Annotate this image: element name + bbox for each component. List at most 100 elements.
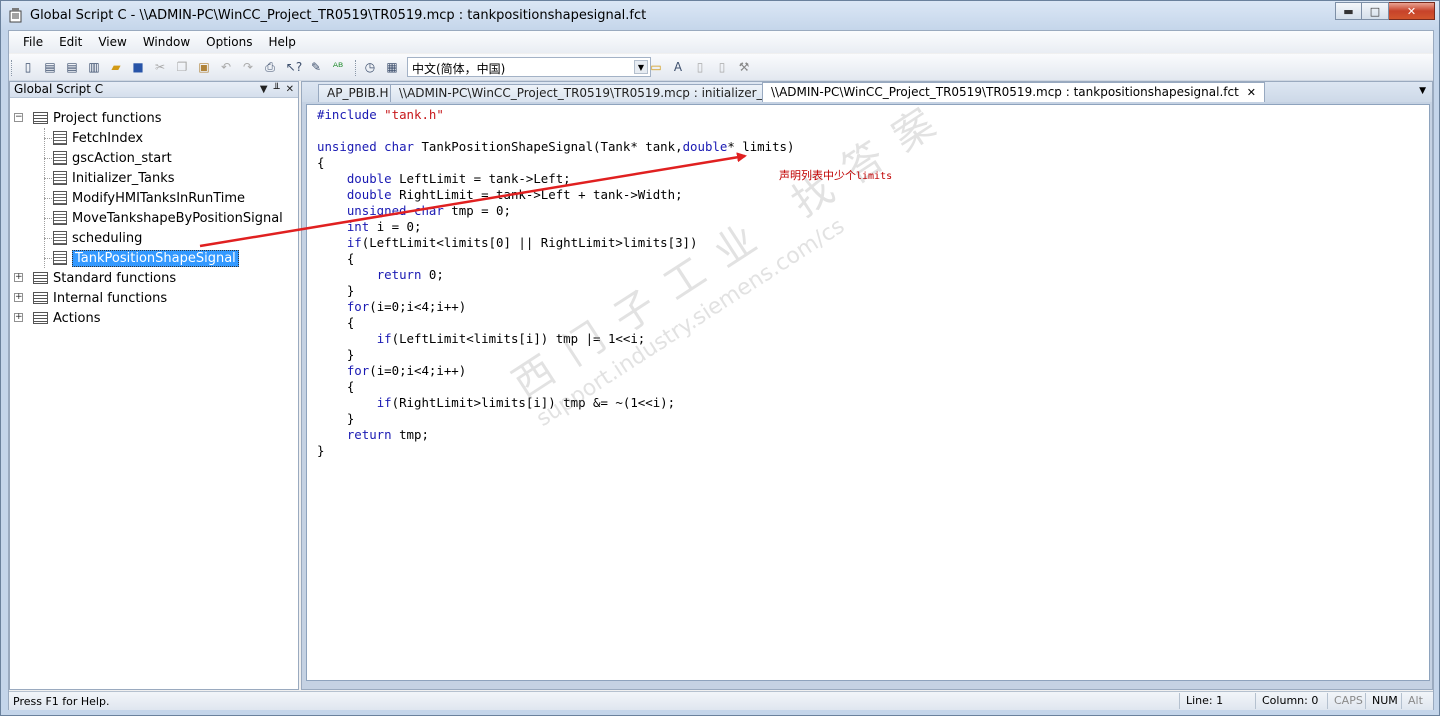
code-line[interactable]: { [317,251,794,267]
menu-edit[interactable]: Edit [51,33,90,51]
code-text[interactable]: #include "tank.h" unsigned char TankPosi… [317,107,794,459]
tree-item-modifyhmitanks[interactable]: ModifyHMITanksInRunTime [53,188,245,208]
expand-icon[interactable]: + [14,293,23,302]
code-line[interactable]: { [317,155,794,171]
code-line[interactable]: } [317,411,794,427]
pane-dropdown-icon[interactable]: ▼ [260,82,268,97]
code-line[interactable]: int i = 0; [317,219,794,235]
tree-item-movetankshape[interactable]: MoveTankshapeByPositionSignal [53,208,283,228]
code-line[interactable]: for(i=0;i<4;i++) [317,299,794,315]
new-header-icon[interactable]: ▤ [63,58,81,76]
code-line[interactable]: double RightLimit = tank->Left + tank->W… [317,187,794,203]
tree-item-fetchindex[interactable]: FetchIndex [53,128,143,148]
menu-file[interactable]: File [15,33,51,51]
code-line[interactable] [317,123,794,139]
tab-ap-pbib-h[interactable]: AP_PBIB.H [318,84,398,102]
tab-close-icon[interactable]: ✕ [1247,86,1256,99]
code-editor[interactable]: #include "tank.h" unsigned char TankPosi… [306,104,1430,681]
code-line[interactable]: { [317,315,794,331]
menu-help[interactable]: Help [260,33,303,51]
abc-icon[interactable]: ᴬᴮ [329,58,347,76]
code-line[interactable]: } [317,347,794,363]
toolbar-grip[interactable] [11,60,14,76]
tools-icon[interactable]: ⚒ [735,58,753,76]
code-line[interactable]: for(i=0;i<4;i++) [317,363,794,379]
trigger-clock-icon[interactable]: ◷ [361,58,379,76]
tree-group-label: Project functions [53,110,162,126]
tab-initializer-tanks[interactable]: \\ADMIN-PC\WinCC_Project_TR0519\TR0519.m… [390,84,824,102]
copy-icon[interactable]: ❐ [173,58,191,76]
pane-title: Global Script C [14,82,104,96]
new-file-icon[interactable]: ▯ [19,58,37,76]
tree-group-actions[interactable]: + Actions [14,308,101,328]
menu-window[interactable]: Window [135,33,198,51]
pane-header: Global Script C ▼ ╨ ✕ [10,82,298,98]
menu-view[interactable]: View [90,33,134,51]
tree-group-project-functions[interactable]: − Project functions [14,108,162,128]
code-line[interactable]: if(RightLimit>limits[i]) tmp &= ~(1<<i); [317,395,794,411]
code-line[interactable]: return tmp; [317,427,794,443]
language-select[interactable]: 中文(简体，中国) ▼ [407,57,651,77]
menu-options[interactable]: Options [198,33,260,51]
pin-icon[interactable]: ╨ [274,82,280,97]
code-line[interactable]: double LeftLimit = tank->Left; [317,171,794,187]
export-icon[interactable]: ▯ [713,58,731,76]
close-button[interactable]: ✕ [1389,2,1435,20]
maximize-button[interactable]: □ [1362,2,1389,20]
tree-item-initializer-tanks[interactable]: Initializer_Tanks [53,168,175,188]
redo-icon[interactable]: ↷ [239,58,257,76]
tab-list-dropdown-icon[interactable]: ▼ [1419,86,1426,96]
tree-item-label: FetchIndex [72,130,144,146]
print-icon[interactable]: ⎙ [261,58,279,76]
compile-icon[interactable]: ✎ [307,58,325,76]
new-function-icon[interactable]: ▤ [41,58,59,76]
title-bar[interactable]: Global Script C - \\ADMIN-PC\WinCC_Proje… [1,1,1439,30]
undo-icon[interactable]: ↶ [217,58,235,76]
save-icon[interactable]: ■ [129,58,147,76]
function-file-icon [53,171,67,185]
paste-icon[interactable]: ▣ [195,58,213,76]
import-icon[interactable]: ▯ [691,58,709,76]
status-num: NUM [1365,693,1401,709]
minimize-button[interactable]: ▬ [1335,2,1362,20]
tree-item-gscaction-start[interactable]: gscAction_start [53,148,172,168]
code-line[interactable]: { [317,379,794,395]
font-icon[interactable]: A [669,58,687,76]
expand-icon[interactable]: + [14,313,23,322]
annotation-code: limits [856,171,893,182]
cut-icon[interactable]: ✂ [151,58,169,76]
open-folder-icon[interactable]: ▰ [107,58,125,76]
annotation-text: 声明列表中少个 [779,169,856,182]
status-caps: CAPS [1327,693,1365,709]
pane-close-icon[interactable]: ✕ [286,82,294,97]
expand-icon[interactable]: + [14,273,23,282]
toolbar-grip-2[interactable] [355,60,358,76]
code-line[interactable]: } [317,283,794,299]
function-file-icon [53,191,67,205]
tree-item-scheduling[interactable]: scheduling [53,228,142,248]
code-line[interactable]: unsigned char TankPositionShapeSignal(Ta… [317,139,794,155]
code-line[interactable]: if(LeftLimit<limits[i]) tmp |= 1<<i; [317,331,794,347]
folder-icon[interactable]: ▭ [647,58,665,76]
status-line: Line: 1 [1179,693,1255,709]
library-icon [33,272,48,284]
code-line[interactable]: return 0; [317,267,794,283]
tree-item-label-selected: TankPositionShapeSignal [72,249,239,267]
tree-group-standard-functions[interactable]: + Standard functions [14,268,176,288]
code-line[interactable]: if(LeftLimit<limits[0] || RightLimit>lim… [317,235,794,251]
tree-item-tankpositionshapesignal[interactable]: TankPositionShapeSignal [53,248,239,268]
tree-group-internal-functions[interactable]: + Internal functions [14,288,167,308]
code-line[interactable]: #include "tank.h" [317,107,794,123]
info-icon[interactable]: ▦ [383,58,401,76]
help-pointer-icon[interactable]: ↖? [285,58,303,76]
collapse-icon[interactable]: − [14,113,23,122]
chevron-down-icon[interactable]: ▼ [634,60,648,74]
tab-tankpositionshapesignal[interactable]: \\ADMIN-PC\WinCC_Project_TR0519\TR0519.m… [762,82,1266,102]
tree-item-label: scheduling [72,230,143,246]
code-line[interactable]: } [317,443,794,459]
new-action-icon[interactable]: ▥ [85,58,103,76]
code-line[interactable]: unsigned char tmp = 0; [317,203,794,219]
function-file-icon [53,211,67,225]
language-value: 中文(简体，中国) [412,62,506,76]
function-file-icon [53,151,67,165]
